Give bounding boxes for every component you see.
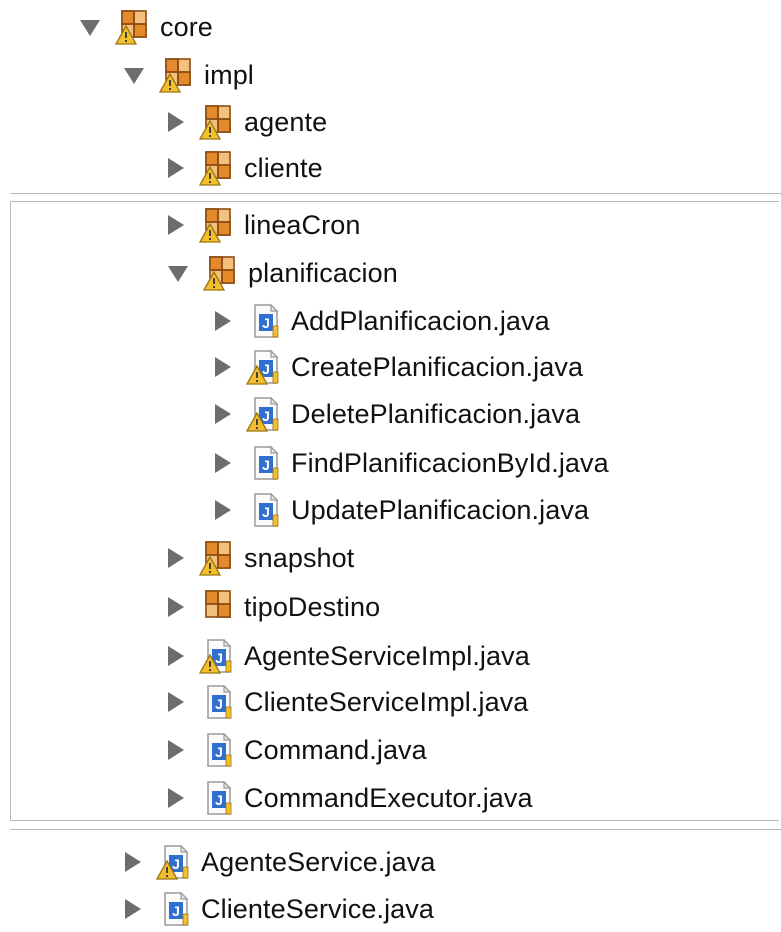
collapse-arrow-icon[interactable] [168, 597, 184, 617]
collapse-arrow-icon[interactable] [215, 311, 231, 331]
java-file-warning-icon [198, 637, 236, 675]
tree-node-label: agente [244, 106, 328, 137]
collapse-arrow-icon[interactable] [125, 899, 141, 919]
tree-node-agenteservice[interactable]: AgenteService.java [125, 839, 435, 885]
package-icon [198, 588, 236, 626]
java-file-icon [245, 302, 283, 340]
package-warning-icon [198, 149, 236, 187]
tree-node-addplanificacion[interactable]: AddPlanificacion.java [215, 298, 550, 344]
tree-node-label: snapshot [244, 542, 355, 573]
package-warning-icon [158, 56, 196, 94]
package-warning-icon [198, 206, 236, 244]
tree-node-label: core [160, 11, 213, 42]
separator-line-bottom [10, 829, 781, 830]
collapse-arrow-icon[interactable] [168, 158, 184, 178]
collapse-arrow-icon[interactable] [215, 453, 231, 473]
collapse-arrow-icon[interactable] [215, 357, 231, 377]
tree-node-cliente[interactable]: cliente [168, 145, 323, 191]
tree-node-label: cliente [244, 152, 323, 183]
java-file-warning-icon [245, 348, 283, 386]
expand-arrow-icon[interactable] [168, 266, 188, 282]
tree-node-label: ClienteService.java [201, 893, 435, 924]
java-file-icon [198, 779, 236, 817]
tree-node-label: Command.java [244, 734, 427, 765]
package-warning-icon [198, 539, 236, 577]
java-file-warning-icon [155, 843, 193, 881]
java-file-icon [245, 444, 283, 482]
tree-node-tipodestino[interactable]: tipoDestino [168, 584, 380, 630]
tree-node-command[interactable]: Command.java [168, 727, 427, 773]
expand-arrow-icon[interactable] [124, 68, 144, 84]
collapse-arrow-icon[interactable] [168, 740, 184, 760]
collapse-arrow-icon[interactable] [215, 404, 231, 424]
collapse-arrow-icon[interactable] [168, 646, 184, 666]
java-file-icon [198, 683, 236, 721]
tree-node-label: AgenteServiceImpl.java [244, 640, 530, 671]
java-file-icon [198, 731, 236, 769]
tree-node-label: DeletePlanificacion.java [291, 398, 581, 429]
tree-node-core[interactable]: core [80, 4, 213, 50]
tree-node-clienteserviceimpl[interactable]: ClienteServiceImpl.java [168, 679, 528, 725]
package-warning-icon [114, 8, 152, 46]
tree-node-snapshot[interactable]: snapshot [168, 535, 354, 581]
tree-node-planificacion[interactable]: planificacion [168, 250, 398, 296]
expand-arrow-icon[interactable] [80, 20, 100, 36]
collapse-arrow-icon[interactable] [168, 548, 184, 568]
tree-node-commandexecutor[interactable]: CommandExecutor.java [168, 775, 533, 821]
collapse-arrow-icon[interactable] [168, 692, 184, 712]
tree-node-label: FindPlanificacionById.java [291, 447, 609, 478]
collapse-arrow-icon[interactable] [168, 112, 184, 132]
tree-node-lineacron[interactable]: lineaCron [168, 202, 360, 248]
package-warning-icon [202, 254, 240, 292]
tree-node-label: impl [204, 59, 254, 90]
tree-node-agenteserviceimpl[interactable]: AgenteServiceImpl.java [168, 633, 530, 679]
java-file-warning-icon [245, 395, 283, 433]
tree-node-label: lineaCron [244, 209, 361, 240]
package-warning-icon [198, 103, 236, 141]
collapse-arrow-icon[interactable] [168, 215, 184, 235]
java-file-icon [245, 491, 283, 529]
separator-line-top [10, 193, 781, 194]
tree-node-label: AgenteService.java [201, 846, 436, 877]
tree-node-findplanificacionbyid[interactable]: FindPlanificacionById.java [215, 440, 609, 486]
collapse-arrow-icon[interactable] [215, 500, 231, 520]
tree-node-agente[interactable]: agente [168, 99, 327, 145]
tree-node-updateplanificacion[interactable]: UpdatePlanificacion.java [215, 487, 589, 533]
tree-node-impl[interactable]: impl [124, 52, 254, 98]
tree-node-label: planificacion [248, 257, 398, 288]
tree-node-label: tipoDestino [244, 591, 381, 622]
collapse-arrow-icon[interactable] [168, 788, 184, 808]
tree-node-clienteservice[interactable]: ClienteService.java [125, 886, 434, 932]
tree-node-label: CreatePlanificacion.java [291, 351, 584, 382]
tree-node-label: CommandExecutor.java [244, 782, 533, 813]
java-file-icon [155, 890, 193, 928]
tree-node-label: AddPlanificacion.java [291, 305, 550, 336]
collapse-arrow-icon[interactable] [125, 852, 141, 872]
tree-node-createplanificacion[interactable]: CreatePlanificacion.java [215, 344, 583, 390]
tree-node-deleteplanificacion[interactable]: DeletePlanificacion.java [215, 391, 580, 437]
tree-node-label: ClienteServiceImpl.java [244, 686, 529, 717]
tree-node-label: UpdatePlanificacion.java [291, 494, 590, 525]
